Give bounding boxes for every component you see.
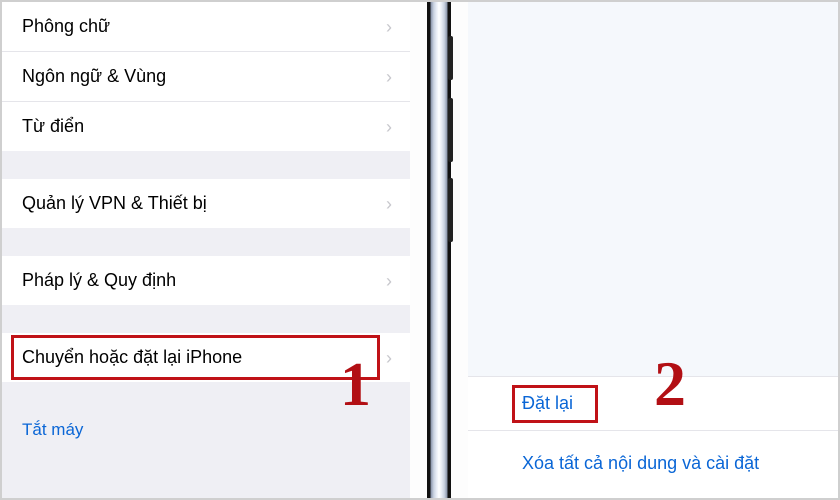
phone-side-button — [448, 98, 453, 162]
row-label: Pháp lý & Quy định — [22, 270, 176, 291]
settings-group-general: Phông chữ › Ngôn ngữ & Vùng › Từ điển › — [2, 2, 410, 151]
chevron-right-icon: › — [386, 349, 392, 367]
row-reset[interactable]: Đặt lại — [468, 377, 838, 431]
row-erase-all-content[interactable]: Xóa tất cả nội dung và cài đặt — [468, 431, 838, 498]
chevron-right-icon: › — [386, 272, 392, 290]
reset-right-panel: Đặt lại Xóa tất cả nội dung và cài đặt 2 — [468, 2, 838, 498]
row-label: Chuyển hoặc đặt lại iPhone — [22, 347, 242, 368]
phone-side-button — [448, 178, 453, 242]
chevron-right-icon: › — [386, 68, 392, 86]
row-language-region[interactable]: Ngôn ngữ & Vùng › — [2, 52, 410, 102]
row-label: Đặt lại — [522, 393, 573, 413]
tutorial-composite: Phông chữ › Ngôn ngữ & Vùng › Từ điển › … — [2, 2, 838, 498]
settings-group-vpn: Quản lý VPN & Thiết bị › — [2, 179, 410, 228]
row-label: Từ điển — [22, 116, 84, 137]
row-dictionary[interactable]: Từ điển › — [2, 102, 410, 151]
row-label: Quản lý VPN & Thiết bị — [22, 193, 207, 214]
row-legal[interactable]: Pháp lý & Quy định › — [2, 256, 410, 305]
settings-left-panel: Phông chữ › Ngôn ngữ & Vùng › Từ điển › … — [2, 2, 410, 498]
chevron-right-icon: › — [386, 18, 392, 36]
phone-edge-divider — [410, 2, 468, 498]
row-label: Phông chữ — [22, 16, 110, 37]
chevron-right-icon: › — [386, 195, 392, 213]
phone-side-button — [448, 36, 453, 80]
chevron-right-icon: › — [386, 118, 392, 136]
row-vpn-device-management[interactable]: Quản lý VPN & Thiết bị › — [2, 179, 410, 228]
row-fonts[interactable]: Phông chữ › — [2, 2, 410, 52]
row-label: Ngôn ngữ & Vùng — [22, 66, 166, 87]
settings-group-legal: Pháp lý & Quy định › — [2, 256, 410, 305]
row-label: Xóa tất cả nội dung và cài đặt — [522, 453, 759, 473]
annotation-step-number-2: 2 — [654, 352, 686, 416]
reset-options-group: Đặt lại Xóa tất cả nội dung và cài đặt — [468, 376, 838, 498]
annotation-step-number-1: 1 — [340, 354, 371, 416]
